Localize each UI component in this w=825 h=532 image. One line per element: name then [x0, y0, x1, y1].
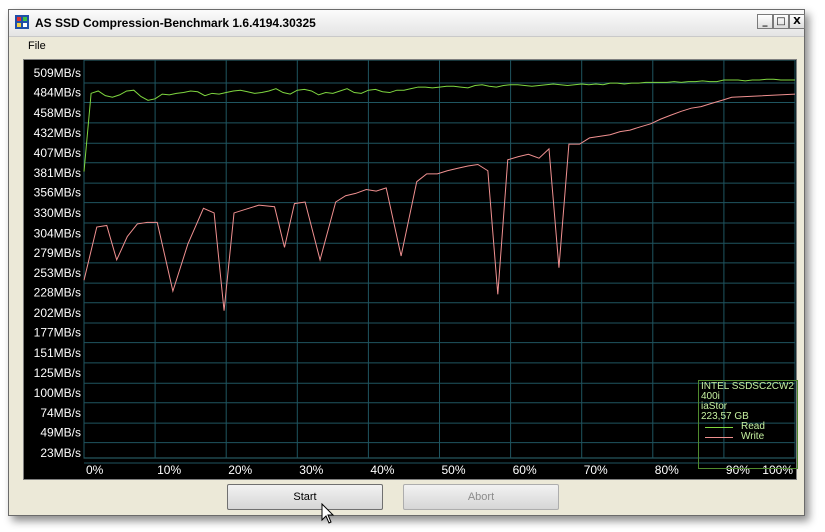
close-button[interactable]: X	[789, 14, 805, 29]
app-icon	[15, 15, 29, 29]
legend-write-swatch	[705, 437, 733, 438]
y-tick-label: 253MB/s	[34, 266, 81, 280]
y-tick-label: 125MB/s	[34, 366, 81, 380]
abort-button[interactable]: Abort	[403, 484, 559, 510]
y-tick-label: 381MB/s	[34, 166, 81, 180]
x-tick-label: 70%	[584, 463, 608, 477]
mouse-cursor-icon	[321, 503, 335, 524]
x-tick-label: 60%	[513, 463, 537, 477]
x-tick-label: 30%	[299, 463, 323, 477]
y-tick-label: 151MB/s	[34, 346, 81, 360]
x-tick-label: 0%	[86, 463, 104, 477]
y-tick-label: 432MB/s	[34, 126, 81, 140]
y-tick-label: 49MB/s	[40, 426, 81, 440]
maximize-button[interactable]: □	[773, 14, 789, 29]
legend-write-label: Write	[741, 431, 765, 442]
y-tick-label: 202MB/s	[34, 306, 81, 320]
x-tick-label: 40%	[370, 463, 394, 477]
y-tick-label: 484MB/s	[34, 86, 81, 100]
y-tick-label: 458MB/s	[34, 106, 81, 120]
y-tick-label: 330MB/s	[34, 206, 81, 220]
y-tick-label: 177MB/s	[34, 326, 81, 340]
main-window: AS SSD Compression-Benchmark 1.6.4194.30…	[8, 9, 805, 516]
title-bar[interactable]: AS SSD Compression-Benchmark 1.6.4194.30…	[9, 10, 805, 37]
x-tick-label: 10%	[157, 463, 181, 477]
chart-canvas: 509MB/s 484MB/s 458MB/s 432MB/s 407MB/s 381MB…	[34, 60, 796, 477]
x-tick-label: 50%	[442, 463, 466, 477]
legend-write: Write	[701, 432, 797, 442]
x-tick-label: 20%	[228, 463, 252, 477]
minimize-button[interactable]: _	[757, 14, 773, 29]
x-tick-label: 80%	[655, 463, 679, 477]
y-tick-label: 74MB/s	[40, 406, 81, 420]
y-tick-label: 279MB/s	[34, 246, 81, 260]
legend-read-swatch	[705, 427, 733, 428]
y-tick-label: 407MB/s	[34, 146, 81, 160]
chart-legend: INTEL SSDSC2CW2 400i iaStor 223,57 GB Re…	[698, 380, 798, 469]
y-tick-label: 23MB/s	[40, 446, 81, 460]
benchmark-chart: 509MB/s 484MB/s 458MB/s 432MB/s 407MB/s 381MB…	[23, 59, 798, 480]
y-tick-label: 100MB/s	[34, 386, 81, 400]
menu-bar: File	[9, 37, 804, 57]
y-tick-label: 228MB/s	[34, 286, 81, 300]
window-title: AS SSD Compression-Benchmark 1.6.4194.30…	[35, 16, 316, 30]
y-tick-label: 304MB/s	[34, 226, 81, 240]
y-tick-label: 509MB/s	[34, 66, 81, 80]
menu-file[interactable]: File	[28, 40, 46, 52]
start-button[interactable]: Start	[227, 484, 383, 510]
y-tick-label: 356MB/s	[34, 186, 81, 200]
